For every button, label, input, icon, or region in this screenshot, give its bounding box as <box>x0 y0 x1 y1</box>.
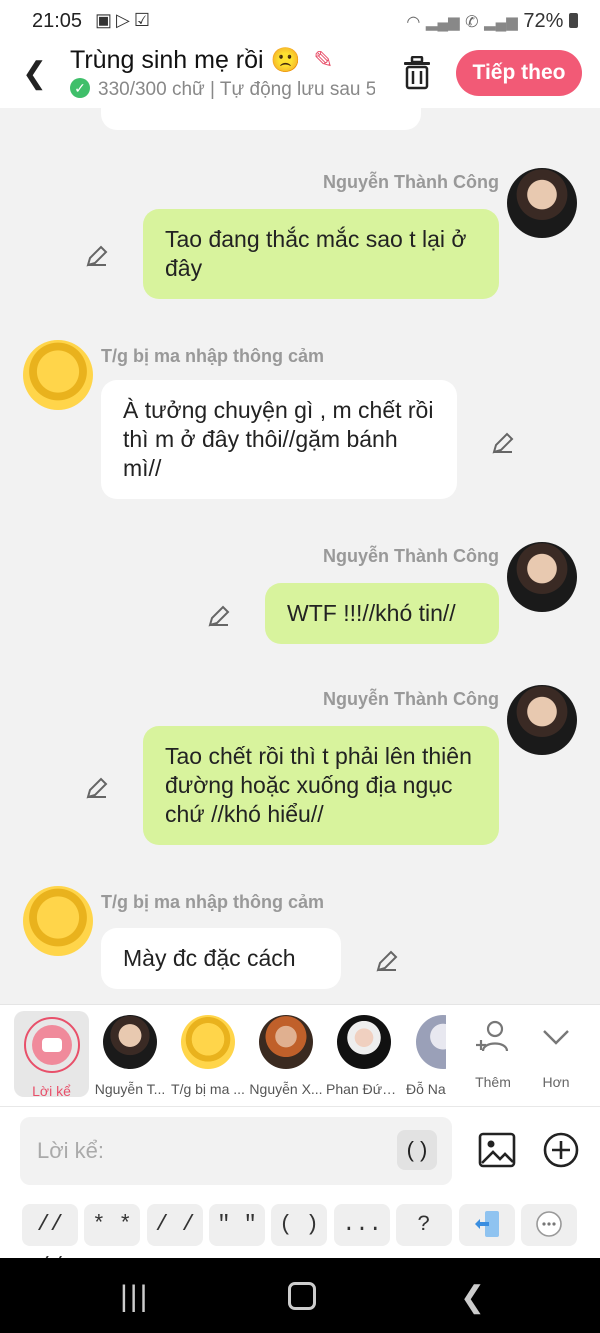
avatar[interactable] <box>507 542 577 612</box>
narrator-icon <box>23 1017 80 1073</box>
image-icon: ▣ <box>95 10 117 30</box>
input-placeholder: Lời kể: <box>37 1138 105 1163</box>
message-bubble[interactable]: Mày đc đặc cách <box>101 928 341 989</box>
chat-bubble-icon <box>536 1211 562 1237</box>
status-right: ◠ ▂▄▆ ✆ ▂▄▆ 72% <box>406 10 578 33</box>
message-bubble[interactable]: WTF !!!//khó tin// <box>265 583 499 644</box>
message-sender: T/g bị ma nhập thông cảm <box>101 892 325 912</box>
system-nav-bar: ||| ❮ <box>0 1258 600 1333</box>
back-nav-icon[interactable]: ❮ <box>460 1280 485 1315</box>
narrator-label: Lời kể <box>32 1083 71 1099</box>
battery-percent: 72% <box>523 10 564 32</box>
message-bubble-partial[interactable] <box>101 108 421 130</box>
autosave-status: ✓ 330/300 chữ | Tự động lưu sau 5 <box>70 78 375 101</box>
more-button[interactable]: Hơn <box>526 1017 586 1090</box>
edit-message-icon[interactable] <box>84 775 110 801</box>
call-signal-icon: ✆ <box>465 14 479 31</box>
chip-quote[interactable]: " " <box>209 1204 265 1246</box>
character-item[interactable]: Nguyễn T... <box>92 1015 168 1097</box>
edit-message-icon[interactable] <box>490 430 516 456</box>
subtitle-text: 330/300 chữ | Tự động lưu sau 5 <box>98 79 375 100</box>
chip-paren[interactable]: ( ) <box>271 1204 327 1246</box>
edit-message-icon[interactable] <box>374 948 400 974</box>
character-bar: Lời kể Nguyễn T... T/g bị ma ... Nguyễn … <box>0 1004 600 1107</box>
message-sender: T/g bị ma nhập thông cảm <box>101 346 325 366</box>
avatar[interactable] <box>23 886 93 956</box>
character-label: Phan Đức ... <box>326 1081 402 1097</box>
character-label: Nguyễn X... <box>249 1081 323 1097</box>
message-sender: Nguyễn Thành Công <box>323 689 499 709</box>
chip-action[interactable]: // // <box>22 1204 78 1279</box>
character-item[interactable]: T/g bị ma ... <box>170 1015 246 1097</box>
narration-input[interactable]: Lời kể: ( ) <box>20 1117 452 1185</box>
chip-ellipsis[interactable]: ... <box>334 1204 390 1246</box>
trash-icon[interactable] <box>402 56 432 90</box>
character-avatar <box>103 1015 157 1069</box>
chip-question[interactable]: ? <box>396 1204 452 1246</box>
message-bubble[interactable]: Tao đang thắc mắc sao t lại ở đây <box>143 209 499 299</box>
chevron-down-icon <box>543 1030 569 1045</box>
recent-apps-icon[interactable]: ||| <box>120 1280 149 1314</box>
status-bar: 21:05 ▣▷☑ ◠ ▂▄▆ ✆ ▂▄▆ 72% <box>0 0 600 44</box>
character-label: Nguyễn T... <box>94 1081 166 1097</box>
exit-chip[interactable] <box>459 1204 515 1246</box>
sad-face-icon: 🙁 <box>270 47 301 74</box>
next-button[interactable]: Tiếp theo <box>456 50 582 96</box>
composer: Lời kể: ( ) <box>0 1106 600 1195</box>
avatar[interactable] <box>507 168 577 238</box>
message-bubble[interactable]: À tưởng chuyện gì , m chết rồi thì m ở đ… <box>101 380 457 499</box>
character-item[interactable]: Nguyễn X... <box>248 1015 324 1097</box>
avatar[interactable] <box>23 340 93 410</box>
message-sender: Nguyễn Thành Công <box>323 546 499 566</box>
character-label: Đỗ Na <box>406 1081 446 1097</box>
more-chip[interactable] <box>521 1204 577 1246</box>
character-avatar <box>416 1015 446 1069</box>
message-bubble[interactable]: Tao chết rồi thì t phải lên thiên đường … <box>143 726 499 845</box>
story-title: Trùng sinh mẹ rồi 🙁 ✎ <box>70 46 334 75</box>
plus-icon[interactable] <box>542 1131 580 1169</box>
title-text: Trùng sinh mẹ rồi <box>70 46 264 74</box>
chip-italic[interactable]: / / <box>147 1204 203 1246</box>
chat-area[interactable]: Nguyễn Thành Công Tao đang thắc mắc sao … <box>0 108 600 1004</box>
exit-door-icon <box>475 1211 499 1238</box>
character-avatar <box>259 1015 313 1069</box>
character-label: T/g bị ma ... <box>171 1081 245 1097</box>
narrator-button[interactable]: Lời kể <box>14 1011 89 1099</box>
signal-icon-2: ▂▄▆ <box>484 14 518 31</box>
image-icon[interactable] <box>478 1131 516 1169</box>
message-sender: Nguyễn Thành Công <box>323 172 499 192</box>
home-icon[interactable] <box>288 1282 316 1310</box>
avatar[interactable] <box>507 685 577 755</box>
status-time: 21:05 <box>32 10 83 32</box>
battery-icon <box>569 13 578 28</box>
character-avatar <box>181 1015 235 1069</box>
paren-insert-button[interactable]: ( ) <box>397 1130 437 1170</box>
chip-bold[interactable]: * * <box>84 1204 140 1246</box>
app-header: ❮ Trùng sinh mẹ rồi 🙁 ✎ ✓ 330/300 chữ | T… <box>0 44 600 108</box>
edit-message-icon[interactable] <box>84 243 110 269</box>
add-character-button[interactable]: Thêm <box>463 1017 523 1090</box>
back-icon[interactable]: ❮ <box>22 56 47 91</box>
signal-icon: ▂▄▆ <box>425 14 460 31</box>
character-avatar <box>337 1015 391 1069</box>
add-label: Thêm <box>475 1074 511 1090</box>
play-store-icon: ▷ <box>116 10 134 30</box>
wifi-icon: ◠ <box>406 14 421 31</box>
quick-insert-bar: // // * * / / " " ( ) ... ? <box>0 1194 600 1279</box>
check-icon: ✓ <box>70 78 90 98</box>
character-item[interactable]: Đỗ Na <box>404 1015 446 1097</box>
edit-message-icon[interactable] <box>206 603 232 629</box>
checkbox-icon: ☑ <box>133 10 154 30</box>
character-item[interactable]: Phan Đức ... <box>326 1015 402 1097</box>
notification-icons: ▣▷☑ <box>95 10 154 31</box>
add-person-icon <box>476 1020 509 1052</box>
edit-title-icon[interactable]: ✎ <box>313 47 333 74</box>
more-label: Hơn <box>542 1074 570 1090</box>
